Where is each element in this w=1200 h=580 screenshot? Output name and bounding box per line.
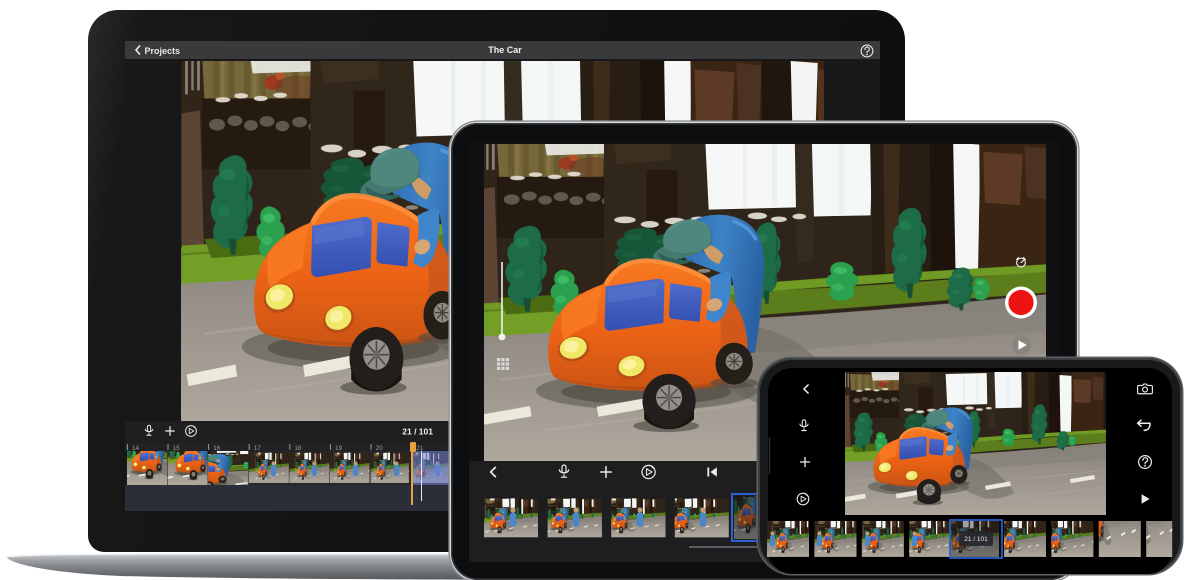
svg-text:21 / 101: 21 / 101 xyxy=(402,427,433,437)
svg-text:21 / 101: 21 / 101 xyxy=(964,536,988,543)
